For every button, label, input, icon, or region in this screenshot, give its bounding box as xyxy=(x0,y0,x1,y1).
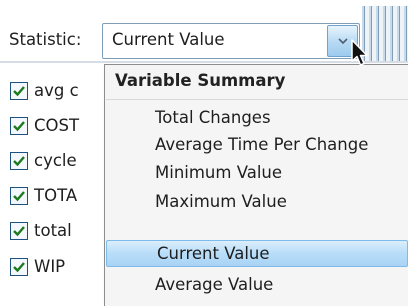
checkmark-icon xyxy=(13,121,25,132)
menu-item-label: Minimum Value xyxy=(155,163,283,182)
menu-item-label: Current Value xyxy=(157,244,270,263)
variable-checkbox[interactable] xyxy=(10,258,28,276)
mouse-pointer-icon xyxy=(351,39,368,66)
checkmark-icon xyxy=(13,86,25,97)
variable-label: cycle xyxy=(34,151,77,170)
variable-label: total xyxy=(34,221,72,240)
menu-item-minimum-value[interactable]: Minimum Value xyxy=(105,160,408,187)
variable-label: COST xyxy=(34,116,80,135)
menu-item-average-time-per-change[interactable]: Average Time Per Change xyxy=(105,132,408,159)
variable-label: TOTA xyxy=(34,186,78,205)
variable-label: avg c xyxy=(34,81,79,100)
menu-item-average-value[interactable]: Average Value xyxy=(105,272,408,299)
checkmark-icon xyxy=(13,156,25,167)
statistic-selected-value: Current Value xyxy=(112,30,225,49)
menu-header-divider xyxy=(106,99,408,100)
panel-divider xyxy=(0,61,408,63)
variable-checkbox[interactable] xyxy=(10,117,28,135)
statistic-dropdown-menu: Variable Summary Total Changes Average T… xyxy=(104,64,408,306)
variable-checkbox[interactable] xyxy=(10,82,28,100)
variable-checkbox[interactable] xyxy=(10,222,28,240)
statistic-label: Statistic: xyxy=(9,30,82,49)
menu-item-label: Average Time Per Change xyxy=(155,135,369,154)
menu-item-label: Maximum Value xyxy=(155,192,287,211)
menu-item-total-changes[interactable]: Total Changes xyxy=(105,105,408,132)
chevron-down-icon xyxy=(338,38,348,44)
menu-item-current-value[interactable]: Current Value xyxy=(106,240,408,267)
checkmark-icon xyxy=(13,262,25,273)
checkmark-icon xyxy=(13,226,25,237)
statistic-dropdown[interactable]: Current Value xyxy=(102,23,360,59)
menu-item-label: Average Value xyxy=(155,275,274,294)
menu-group-header: Variable Summary xyxy=(115,71,286,90)
variable-checkbox[interactable] xyxy=(10,187,28,205)
variable-checkbox[interactable] xyxy=(10,152,28,170)
checkmark-icon xyxy=(13,191,25,202)
menu-item-label: Total Changes xyxy=(155,108,271,127)
variable-label: WIP xyxy=(34,257,66,276)
menu-item-maximum-value[interactable]: Maximum Value xyxy=(105,189,408,216)
